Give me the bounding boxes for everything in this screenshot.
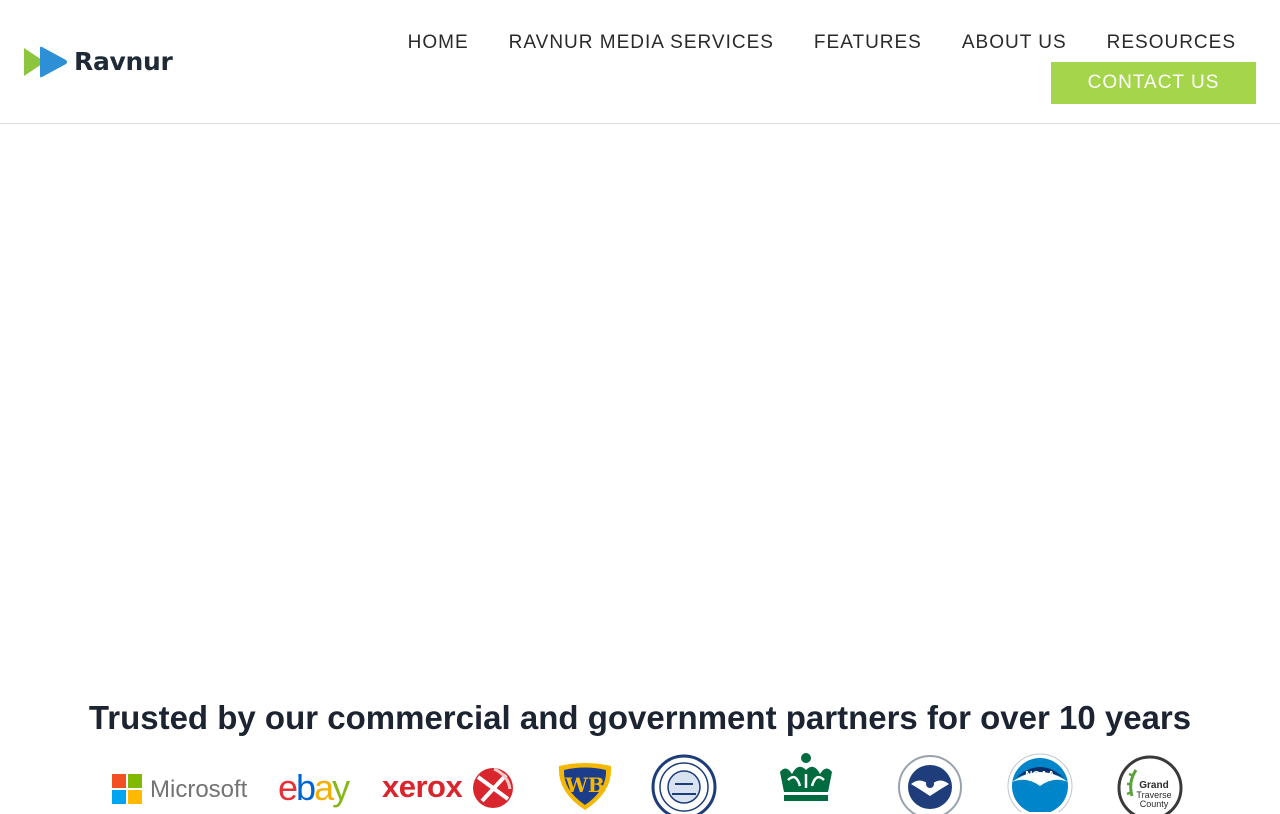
eagle-seal-icon <box>898 755 962 814</box>
svg-text:County: County <box>1140 799 1169 809</box>
brand-logo[interactable]: Ravnur <box>24 46 173 78</box>
xerox-logo: xerox <box>382 750 514 810</box>
nav-home[interactable]: HOME <box>388 30 489 56</box>
contact-us-button[interactable]: CONTACT US <box>1051 62 1256 104</box>
nav-features[interactable]: FEATURES <box>794 30 942 56</box>
seal-icon <box>651 754 717 814</box>
partners-heading: Trusted by our commercial and government… <box>88 699 1192 736</box>
ebay-logo: ebay <box>278 750 350 810</box>
noaa-logo: NOAA <box>1004 750 1076 812</box>
crown-logo <box>776 750 836 810</box>
xerox-ball-icon <box>473 767 514 808</box>
microsoft-logo: Microsoft <box>112 750 247 810</box>
nav-media-services[interactable]: RAVNUR MEDIA SERVICES <box>489 30 794 56</box>
county-seal-logo <box>651 750 717 814</box>
play-logo-icon <box>24 46 67 78</box>
main-nav: HOME RAVNUR MEDIA SERVICES FEATURES ABOU… <box>388 30 1256 56</box>
xerox-wordmark: xerox <box>382 769 463 804</box>
brand-name: Ravnur <box>74 47 173 76</box>
nav-about-us[interactable]: ABOUT US <box>942 30 1087 56</box>
crown-icon <box>780 753 832 801</box>
microsoft-wordmark: Microsoft <box>150 776 248 803</box>
grand-traverse-emblem-icon: Grand Traverse County <box>1117 755 1183 814</box>
warner-bros-logo: WB <box>555 750 615 810</box>
site-header: Ravnur HOME RAVNUR MEDIA SERVICES FEATUR… <box>0 0 1280 124</box>
wb-letters: WB <box>564 773 604 797</box>
partner-logos: Microsoft ebay xerox WB NOAA Grand Trave… <box>0 750 1280 814</box>
noaa-bird-icon: NOAA <box>1007 753 1073 812</box>
wb-shield-icon: WB <box>558 763 612 810</box>
ebay-wordmark: ebay <box>278 767 350 808</box>
noaa-letters: NOAA <box>1025 770 1054 781</box>
grand-traverse-county-logo: Grand Traverse County <box>1116 750 1184 814</box>
nav-resources[interactable]: RESOURCES <box>1087 30 1256 56</box>
hero-area <box>0 125 1280 675</box>
dhs-seal-logo <box>897 750 963 814</box>
